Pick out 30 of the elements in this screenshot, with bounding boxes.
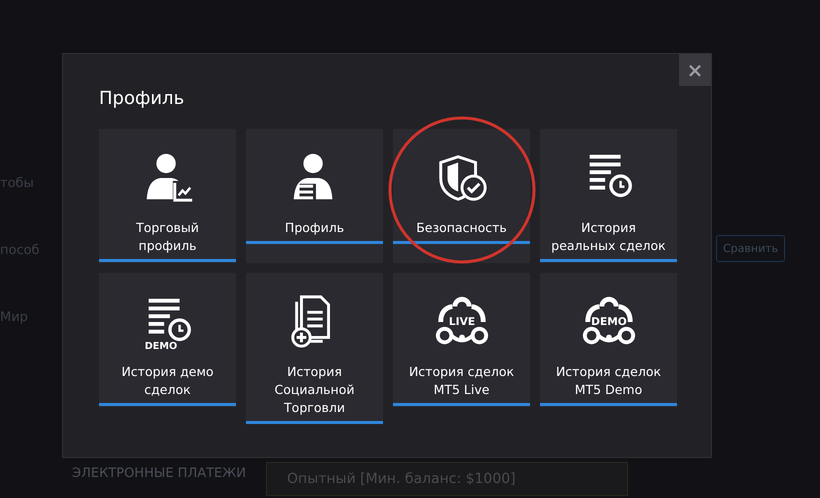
close-button[interactable]: × [679, 54, 711, 86]
badge-text: DEMO [590, 314, 626, 328]
menu-tile[interactable]: История Социальной Торговли [246, 273, 383, 424]
person-chart-icon [146, 154, 192, 202]
document-plus-icon [290, 295, 330, 348]
menu-tile[interactable]: Безопасность [393, 129, 530, 263]
dialog-title: Профиль [99, 88, 186, 109]
tile-label: Профиль [284, 219, 344, 237]
list-clock-icon [148, 298, 190, 342]
badge-text: LIVE [448, 314, 475, 328]
tile-label: Торговый профиль [135, 219, 200, 255]
tile-label: История сделок MT5 Demo [554, 363, 662, 399]
menu-tile[interactable]: История реальных сделок [540, 129, 677, 263]
menu-tile[interactable]: Торговый профиль [99, 129, 236, 263]
menu-tile[interactable]: LIVE История сделок MT5 Live [393, 273, 530, 407]
network-icon [582, 296, 635, 344]
menu-tile[interactable]: DEMO История демо сделок [99, 273, 236, 407]
shield-check-icon [438, 155, 486, 201]
badge-text: DEMO [144, 341, 177, 351]
tile-label: История сделок MT5 Live [408, 363, 516, 399]
list-clock-icon [589, 154, 632, 198]
person-list-icon [293, 154, 332, 202]
tile-label: История демо сделок [120, 363, 215, 399]
menu-tile[interactable]: Профиль [246, 129, 383, 263]
menu-tile[interactable]: DEMO История сделок MT5 Demo [540, 273, 677, 407]
network-icon [435, 296, 488, 344]
tile-label: История Социальной Торговли [274, 363, 356, 417]
tile-label: Безопасность [416, 219, 507, 237]
tile-label: История реальных сделок [550, 219, 666, 255]
section-title: ЭЛЕКТРОННЫЕ ПЛАТЕЖИ [72, 465, 246, 481]
